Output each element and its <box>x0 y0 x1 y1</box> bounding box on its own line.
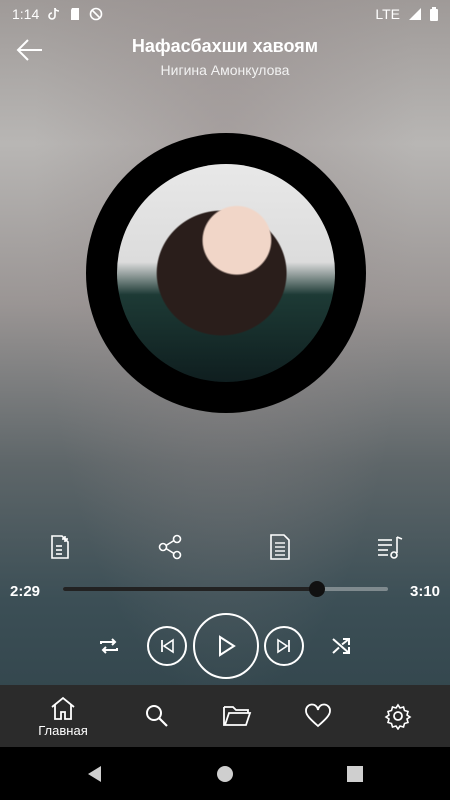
seek-thumb[interactable] <box>308 581 325 597</box>
tiktok-icon <box>48 7 60 20</box>
folder-icon <box>223 706 252 726</box>
repeat-icon <box>100 638 118 654</box>
lyrics-button[interactable] <box>263 530 297 564</box>
shuffle-button[interactable] <box>326 631 356 661</box>
system-recents-icon[interactable] <box>344 763 366 785</box>
current-time: 2:29 <box>10 583 41 600</box>
shuffle-icon <box>332 638 350 654</box>
repeat-button[interactable] <box>94 631 124 661</box>
skip-previous-icon <box>161 638 174 654</box>
battery-icon <box>430 7 438 21</box>
status-bar: 1:14 LTE <box>0 0 450 28</box>
heart-icon <box>305 703 331 728</box>
skip-next-icon <box>277 638 290 654</box>
document-icon <box>270 534 290 560</box>
system-back-icon[interactable] <box>84 763 106 785</box>
seek-bar-progress <box>63 587 317 591</box>
nav-settings[interactable] <box>358 685 438 747</box>
signal-icon <box>409 8 421 20</box>
playlist-add-icon <box>51 535 69 559</box>
play-button[interactable] <box>193 613 259 679</box>
bottom-navigation: Главная <box>0 685 450 747</box>
nav-home-label: Главная <box>38 722 88 738</box>
total-time: 3:10 <box>410 583 441 600</box>
system-home-icon[interactable] <box>214 763 236 785</box>
sd-card-icon <box>71 8 80 20</box>
add-to-playlist-button[interactable] <box>43 530 77 564</box>
album-art <box>117 164 335 382</box>
home-icon <box>51 696 75 720</box>
nav-search[interactable] <box>117 685 197 747</box>
action-row <box>0 530 450 564</box>
previous-button[interactable] <box>147 626 187 666</box>
nav-home[interactable]: Главная <box>23 685 103 747</box>
network-type: LTE <box>375 6 400 22</box>
queue-music-icon <box>378 536 403 559</box>
status-left: 1:14 <box>12 6 103 22</box>
play-icon <box>219 635 236 657</box>
status-right: LTE <box>375 6 438 22</box>
share-icon <box>158 534 182 560</box>
system-navigation-bar <box>0 747 450 800</box>
nav-folders[interactable] <box>197 685 277 747</box>
blocked-icon <box>89 7 103 21</box>
seek-bar[interactable] <box>63 581 388 597</box>
status-time: 1:14 <box>12 6 40 22</box>
gear-icon <box>384 703 412 730</box>
track-title: Нафасбахши хавоям <box>131 36 319 56</box>
search-icon <box>146 705 168 727</box>
share-button[interactable] <box>153 530 187 564</box>
queue-button[interactable] <box>373 530 407 564</box>
track-artist: Нигина Амонкулова <box>160 62 290 78</box>
nav-favorites[interactable] <box>278 685 358 747</box>
playback-controls <box>0 613 450 679</box>
player-header: Нафасбахши хавоям Нигина Амонкулова <box>0 30 450 85</box>
next-button[interactable] <box>264 626 304 666</box>
